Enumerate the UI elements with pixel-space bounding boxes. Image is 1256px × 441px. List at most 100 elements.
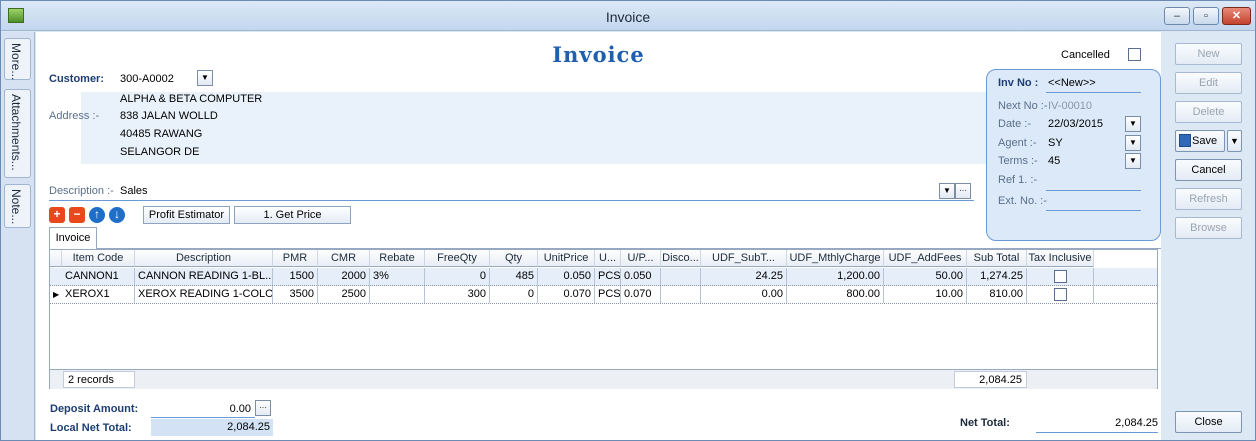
cell-discount[interactable] [661,268,701,285]
agent-dropdown[interactable]: ▼ [1125,135,1141,151]
row-indicator: ▶ [53,290,60,299]
tax-inclusive-checkbox[interactable] [1053,288,1067,301]
delete-button[interactable]: Delete [1175,101,1242,123]
terms-dropdown[interactable]: ▼ [1125,153,1141,169]
column-header-rebate[interactable]: Rebate [370,250,425,267]
cell-udf-subtotal[interactable]: 24.25 [701,268,787,285]
address-line-4: SELANGOR DE [120,146,200,158]
cell-uom[interactable]: PCS [595,268,621,285]
cell-qty[interactable]: 485 [490,268,538,285]
cell-udf-add-fees[interactable]: 50.00 [884,268,967,285]
customer-dropdown[interactable]: ▼ [197,70,213,86]
cell-pmr[interactable]: 3500 [273,286,318,303]
terms-value[interactable]: 45 [1048,155,1060,167]
column-header-udf-add-fees[interactable]: UDF_AddFees [884,250,967,267]
column-header-uom[interactable]: U... [595,250,621,267]
cell-rebate[interactable] [370,286,425,303]
side-tab-strip: More... Attachments... Note... [1,32,35,440]
column-header-udf-subtotal[interactable]: UDF_SubT... [701,250,787,267]
column-header-pmr[interactable]: PMR [273,250,318,267]
cell-description[interactable]: CANNON READING 1-BL... [135,268,273,285]
cell-sub-total[interactable]: 810.00 [967,286,1027,303]
tax-inclusive-checkbox[interactable] [1053,270,1067,283]
grid-header-corner[interactable] [50,250,62,267]
ref1-field[interactable] [1046,190,1141,191]
deposit-label: Deposit Amount: [50,403,139,415]
arrow-down-icon[interactable]: ↓ [109,207,125,223]
cell-udf-mthly-charge[interactable]: 800.00 [787,286,884,303]
cell-udf-subtotal[interactable]: 0.00 [701,286,787,303]
column-header-item-code[interactable]: Item Code [62,250,135,267]
profit-estimator-button[interactable]: Profit Estimator [143,206,230,224]
get-price-button[interactable]: 1. Get Price [234,206,351,224]
cell-tax-inclusive[interactable] [1027,268,1094,285]
save-button[interactable]: Save [1175,130,1225,152]
side-tab-more[interactable]: More... [4,38,31,80]
new-button[interactable]: New [1175,43,1242,65]
cell-uom[interactable]: PCS [595,286,621,303]
browse-button[interactable]: Browse [1175,217,1242,239]
cell-udf-add-fees[interactable]: 10.00 [884,286,967,303]
column-header-description[interactable]: Description [135,250,273,267]
plus-icon[interactable]: + [49,207,65,223]
column-header-sub-total[interactable]: Sub Total [967,250,1027,267]
cell-free-qty[interactable]: 0 [425,268,490,285]
window-title: Invoice [605,9,651,25]
cancelled-checkbox[interactable] [1128,48,1141,61]
refresh-button[interactable]: Refresh [1175,188,1242,210]
arrow-up-icon[interactable]: ↑ [89,207,105,223]
deposit-more-button[interactable]: ··· [255,400,271,416]
save-dropdown-button[interactable]: ▼ [1227,130,1242,152]
column-header-discount[interactable]: Disco... [661,250,701,267]
cell-cmr[interactable]: 2500 [318,286,370,303]
cell-pmr[interactable]: 1500 [273,268,318,285]
close-button[interactable]: Close [1175,411,1242,433]
cell-up[interactable]: 0.050 [621,268,661,285]
inv-no-value[interactable]: <<New>> [1048,77,1096,89]
column-header-cmr[interactable]: CMR [318,250,370,267]
deposit-value[interactable]: 0.00 [151,403,251,415]
description-value[interactable]: Sales [120,185,148,197]
cell-tax-inclusive[interactable] [1027,286,1094,303]
column-header-free-qty[interactable]: FreeQty [425,250,490,267]
cell-free-qty[interactable]: 300 [425,286,490,303]
description-underline [49,200,974,201]
column-header-unit-price[interactable]: UnitPrice [538,250,595,267]
column-header-udf-mthly-charge[interactable]: UDF_MthlyCharge [787,250,884,267]
cancel-button[interactable]: Cancel [1175,159,1242,181]
column-header-tax-inclusive[interactable]: Tax Inclusive [1027,250,1094,267]
side-tab-note[interactable]: Note... [4,184,31,228]
cell-unit-price[interactable]: 0.070 [538,286,595,303]
cell-qty[interactable]: 0 [490,286,538,303]
local-net-total-value: 2,084.25 [151,419,273,436]
cell-rebate[interactable]: 3% [370,268,425,285]
column-header-qty[interactable]: Qty [490,250,538,267]
agent-value[interactable]: SY [1048,137,1063,149]
title-bar: Invoice ‒ ▫ ✕ [1,1,1255,31]
cell-udf-mthly-charge[interactable]: 1,200.00 [787,268,884,285]
invoice-window: Invoice ‒ ▫ ✕ More... Attachments... Not… [0,0,1256,441]
description-dropdown[interactable]: ▼ [939,183,955,199]
close-window-button[interactable]: ✕ [1222,7,1251,25]
tab-invoice[interactable]: Invoice [49,227,97,249]
cell-up[interactable]: 0.070 [621,286,661,303]
local-net-total-label: Local Net Total: [50,422,132,434]
cell-item-code[interactable]: XEROX1 [62,286,135,303]
cell-cmr[interactable]: 2000 [318,268,370,285]
customer-code: 300-A0002 [120,73,174,85]
side-tab-attachments[interactable]: Attachments... [4,89,31,178]
minimize-button[interactable]: ‒ [1164,7,1190,25]
cell-description[interactable]: XEROX READING 1-COLOR [135,286,273,303]
cell-unit-price[interactable]: 0.050 [538,268,595,285]
date-value[interactable]: 22/03/2015 [1048,118,1103,130]
cell-item-code[interactable]: CANNON1 [62,268,135,285]
edit-button[interactable]: Edit [1175,72,1242,94]
minus-icon[interactable]: − [69,207,85,223]
ext-no-field[interactable] [1046,210,1141,211]
restore-button[interactable]: ▫ [1193,7,1219,25]
cell-discount[interactable] [661,286,701,303]
description-more-button[interactable]: ··· [955,183,971,199]
date-dropdown[interactable]: ▼ [1125,116,1141,132]
column-header-up[interactable]: U/P... [621,250,661,267]
cell-sub-total[interactable]: 1,274.25 [967,268,1027,285]
